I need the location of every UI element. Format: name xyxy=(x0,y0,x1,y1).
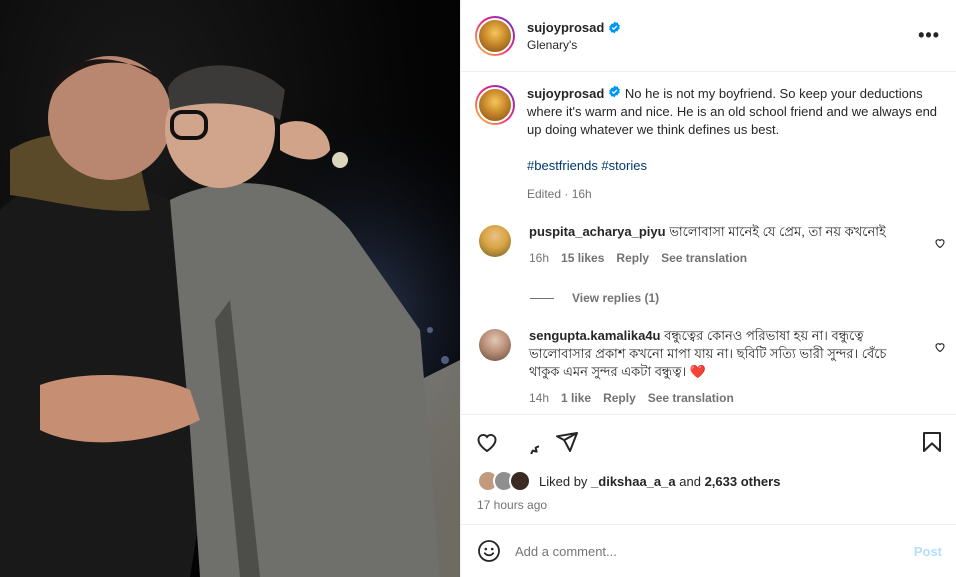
post-timestamp[interactable]: 17 hours ago xyxy=(477,498,547,512)
view-replies-label: View replies (1) xyxy=(572,291,660,305)
see-translation-button[interactable]: See translation xyxy=(648,389,734,407)
verified-badge-icon xyxy=(609,21,621,33)
comment-likes[interactable]: 1 like xyxy=(561,389,591,407)
liked-by-label: Liked by xyxy=(539,473,588,489)
like-heart-icon[interactable] xyxy=(475,430,499,454)
save-bookmark-icon[interactable] xyxy=(920,430,944,454)
share-paper-plane-icon[interactable] xyxy=(555,430,579,454)
instagram-post: sujoyprosad Glenary's ••• sujoyprosad No… xyxy=(0,0,956,577)
caption-username[interactable]: sujoyprosad xyxy=(527,86,604,101)
comment-likes[interactable]: 15 likes xyxy=(561,249,604,267)
more-options-icon[interactable]: ••• xyxy=(918,25,940,46)
avatar-image xyxy=(477,17,513,54)
view-replies-button[interactable]: View replies (1) xyxy=(530,291,956,305)
comments-area[interactable]: sujoyprosad No he is not my boyfriend. S… xyxy=(461,73,956,415)
comment-item: puspita_acharya_piyu ভালোবাসা মানেই যে প… xyxy=(461,223,956,267)
author-avatar[interactable] xyxy=(475,15,515,56)
comment-input[interactable] xyxy=(515,543,914,559)
commenter-avatar[interactable] xyxy=(479,225,511,257)
caption: sujoyprosad No he is not my boyfriend. S… xyxy=(461,73,956,203)
author-username[interactable]: sujoyprosad xyxy=(527,20,604,35)
like-comment-heart-icon[interactable] xyxy=(934,341,946,353)
liked-by-user[interactable]: _dikshaa_a_a xyxy=(591,474,676,489)
commenter-avatar[interactable] xyxy=(479,329,511,361)
reply-button[interactable]: Reply xyxy=(603,389,636,407)
likes-and: and xyxy=(679,473,701,489)
commenter-username[interactable]: sengupta.kamalika4u xyxy=(529,327,661,345)
likes-summary[interactable]: Liked by _dikshaa_a_a and 2,633 others xyxy=(477,470,780,492)
add-comment-bar: Post xyxy=(461,524,956,577)
like-comment-heart-icon[interactable] xyxy=(934,237,946,249)
action-bar xyxy=(475,428,944,456)
emoji-icon[interactable] xyxy=(477,539,501,563)
see-translation-button[interactable]: See translation xyxy=(661,249,747,267)
reply-button[interactable]: Reply xyxy=(616,249,649,267)
post-comment-button[interactable]: Post xyxy=(914,544,942,559)
photo-image xyxy=(0,0,460,577)
post-sidebar: sujoyprosad Glenary's ••• sujoyprosad No… xyxy=(460,0,956,577)
post-location[interactable]: Glenary's xyxy=(527,38,918,52)
comment-text: ভালোবাসা মানেই যে প্রেম, তা নয় কখনোই xyxy=(669,224,886,239)
likes-others[interactable]: 2,633 others xyxy=(705,474,781,489)
post-photo[interactable] xyxy=(0,0,460,577)
commenter-username[interactable]: puspita_acharya_piyu xyxy=(529,223,666,241)
caption-hashtags[interactable]: #bestfriends #stories xyxy=(527,157,940,175)
replies-divider xyxy=(530,297,554,299)
edited-label: Edited xyxy=(527,187,562,201)
verified-badge-icon xyxy=(609,85,621,98)
liker-avatar xyxy=(509,470,531,492)
caption-time[interactable]: 16h xyxy=(572,187,592,201)
comment-bubble-icon[interactable] xyxy=(515,430,539,454)
post-header: sujoyprosad Glenary's ••• xyxy=(461,0,956,72)
comment-time[interactable]: 14h xyxy=(529,389,549,407)
liker-avatars xyxy=(477,470,531,492)
avatar-image xyxy=(477,87,513,123)
caption-avatar[interactable] xyxy=(475,85,515,125)
comment-item: sengupta.kamalika4u বন্ধুত্বের কোনও পরিভ… xyxy=(461,327,956,407)
comment-time[interactable]: 16h xyxy=(529,249,549,267)
